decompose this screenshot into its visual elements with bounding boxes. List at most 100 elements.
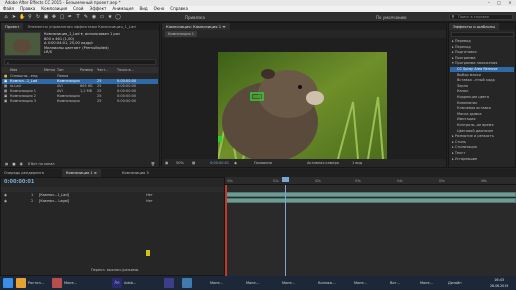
- playhead-handle[interactable]: [282, 177, 289, 182]
- roto-tool-icon[interactable]: ◯: [115, 14, 121, 20]
- clock-time[interactable]: 16:43: [494, 278, 504, 282]
- camera-icon[interactable]: ◉: [234, 159, 237, 167]
- tab-composition-3[interactable]: Композиция 3: [122, 169, 149, 177]
- help-search-input[interactable]: Поиск в справке: [449, 14, 513, 20]
- effects-list-item[interactable]: Выбор маски: [450, 73, 514, 78]
- effects-list-item[interactable]: ▸ Текст: [450, 151, 514, 156]
- work-area-start[interactable]: [225, 185, 227, 276]
- timeline-tracks[interactable]: [225, 177, 516, 276]
- effects-list-item[interactable]: ▸ Стилизация: [450, 145, 514, 150]
- col-name[interactable]: Имя: [10, 67, 17, 73]
- zoom-level[interactable]: 50%: [176, 159, 184, 167]
- effects-list-item[interactable]: Маска дымка: [450, 112, 514, 117]
- effects-list-item[interactable]: ▾ Программа наложения: [450, 61, 514, 66]
- after-effects-icon[interactable]: Ae: [112, 278, 122, 288]
- zoom-tool-icon[interactable]: ⚲: [27, 14, 33, 20]
- photoshop-icon[interactable]: [182, 278, 192, 288]
- tab-effect-controls[interactable]: Элементы управления эффектами Композиция…: [23, 23, 139, 30]
- pen-tool-icon[interactable]: ✒: [67, 14, 73, 20]
- project-thumbnail: [4, 32, 41, 56]
- effects-list-item[interactable]: Имитация: [450, 117, 514, 122]
- hand-tool-icon[interactable]: ✋: [19, 14, 25, 20]
- grid-icon[interactable]: ▦: [192, 159, 195, 167]
- tab-project[interactable]: Проект: [1, 23, 24, 30]
- taskbar: Ростел... Моне... Ae Adob... Моне... Мон…: [0, 276, 516, 290]
- clock-date[interactable]: 28.06.2019: [490, 284, 508, 288]
- visibility-icon[interactable]: ◉: [4, 193, 7, 198]
- tools-toolbar: ⌂ ➤ ✋ ⚲ ↻ ▣ ✥ ▢ ✒ T ✎ ◉ ▭ ★ ◯ Привязка П…: [0, 12, 516, 22]
- effects-list-item[interactable]: Коррекция цвета: [450, 95, 514, 100]
- app-icon[interactable]: [52, 278, 62, 288]
- col-rate[interactable]: Част...: [97, 67, 108, 73]
- snap-label[interactable]: Привязка: [185, 15, 205, 20]
- effects-list-item[interactable]: Канал: [450, 89, 514, 94]
- effects-list-item[interactable]: Цветовой диапазон: [450, 129, 514, 134]
- home-icon[interactable]: ⌂: [3, 14, 9, 20]
- effects-list-item[interactable]: ▸ Программа: [450, 56, 514, 61]
- effects-list-item[interactable]: ▸ Подготовка: [450, 50, 514, 55]
- effects-list-item[interactable]: ▸ Переход: [450, 45, 514, 50]
- brush-tool-icon[interactable]: ✎: [83, 14, 89, 20]
- resolution-select[interactable]: Половина: [254, 159, 272, 167]
- effects-list-item[interactable]: ▸ Стиль: [450, 140, 514, 145]
- clone-tool-icon[interactable]: ◉: [91, 14, 97, 20]
- views-select[interactable]: 1 вид: [352, 159, 362, 167]
- explorer-icon[interactable]: [16, 278, 26, 288]
- col-type[interactable]: Тип: [57, 67, 64, 73]
- composition-icon: ▣: [4, 99, 8, 103]
- viewer-area[interactable]: [162, 38, 446, 159]
- list-item[interactable]: ▣ Композиция 3 Композиция 25 0:00:00:00: [2, 99, 158, 104]
- project-footer: ▦ ■ ▣ 8 бит на канал 🗑: [2, 161, 158, 167]
- current-time[interactable]: 0:00:00:01: [210, 159, 229, 167]
- start-icon[interactable]: [3, 278, 13, 288]
- table-row[interactable]: ◉ 2 [Композ... Lagal] Нет: [1, 199, 224, 204]
- pan-tool-icon[interactable]: ✥: [51, 14, 57, 20]
- always-preview-icon[interactable]: ▣: [165, 159, 168, 167]
- effects-list-item[interactable]: ▸ Устаревшие: [450, 157, 514, 162]
- tab-render-queue[interactable]: Очередь рендеринга: [4, 169, 44, 177]
- effects-list-item[interactable]: Вставка ..нный кадр: [450, 78, 514, 83]
- col-label[interactable]: Метка: [44, 67, 55, 73]
- workspace-label[interactable]: По умолчанию: [376, 15, 407, 20]
- effects-list-item[interactable]: Контроль..ое время: [450, 123, 514, 128]
- text-tool-icon[interactable]: T: [75, 14, 81, 20]
- camera-tool-icon[interactable]: ▣: [43, 14, 49, 20]
- effects-list-item[interactable]: Ключевая вставка: [450, 106, 514, 111]
- visibility-icon[interactable]: ◉: [4, 199, 7, 204]
- footage-frame[interactable]: [218, 52, 387, 159]
- rotate-tool-icon[interactable]: ↻: [35, 14, 41, 20]
- effects-list-item[interactable]: Зерно: [450, 84, 514, 89]
- camera-select[interactable]: Активная камера: [307, 159, 339, 167]
- col-size[interactable]: Размер: [80, 67, 93, 73]
- col-point[interactable]: Точки в...: [117, 67, 134, 73]
- playhead-line[interactable]: [285, 185, 286, 276]
- tracking-point-fill: [253, 95, 261, 98]
- effects-list-item[interactable]: CC Spray Area Remove: [450, 67, 514, 72]
- trash-icon[interactable]: 🗑: [151, 161, 155, 167]
- effects-list-item[interactable]: Кинематик: [450, 101, 514, 106]
- premiere-icon[interactable]: [164, 278, 174, 288]
- selection-tool-icon[interactable]: ➤: [11, 14, 17, 20]
- effects-list-item[interactable]: ▸ Перевод: [450, 39, 514, 44]
- effects-list-item[interactable]: ▸ Размытие и резкость: [450, 134, 514, 139]
- new-comp-icon[interactable]: ▣: [17, 162, 23, 166]
- project-search-input[interactable]: ⌕: [4, 59, 156, 65]
- eraser-tool-icon[interactable]: ▭: [99, 14, 105, 20]
- timeline-ruler[interactable]: 00s 01s 02s 03s 04s 05s 06s: [225, 177, 516, 185]
- tab-effects-presets[interactable]: Эффекты и шаблоны: [449, 23, 500, 30]
- mask-tool-icon[interactable]: ▢: [59, 14, 65, 20]
- new-folder-icon[interactable]: ■: [9, 162, 15, 166]
- bit-depth-label[interactable]: 8 бит на канал: [24, 162, 55, 166]
- toggle-switches-label[interactable]: Перекл. выключ./режимы: [91, 268, 138, 272]
- interpret-footage-icon[interactable]: ▦: [2, 162, 8, 166]
- tab-composition[interactable]: Композиция: Композиция 1 ≡: [162, 23, 230, 30]
- timeline-current-time[interactable]: 0:00:00:01: [4, 179, 34, 185]
- puppet-tool-icon[interactable]: ★: [107, 14, 113, 20]
- comp-breadcrumb[interactable]: Композиция 1: [165, 31, 197, 37]
- tab-composition-1[interactable]: Композиция 1 ≡: [62, 169, 101, 177]
- timeline-tabs: Очередь рендеринга Композиция 1 ≡ Композ…: [0, 169, 516, 177]
- table-row[interactable]: ◉ 1 [Композ...1_Lad] Нет: [1, 193, 224, 198]
- layer-bar-2[interactable]: [225, 198, 516, 203]
- effects-search-input[interactable]: [451, 32, 514, 37]
- layer-bar-1[interactable]: [225, 192, 516, 197]
